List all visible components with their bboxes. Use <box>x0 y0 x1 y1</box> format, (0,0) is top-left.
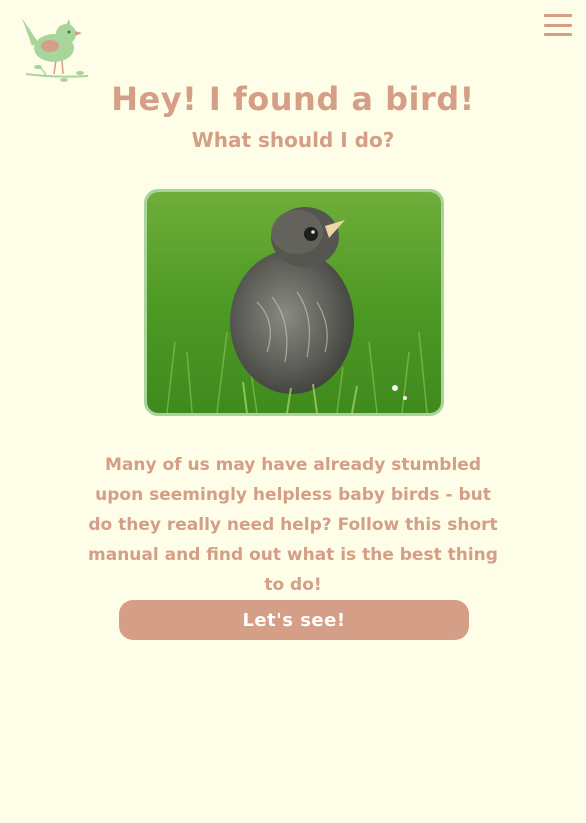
lets-see-button[interactable]: Let's see! <box>119 600 469 640</box>
intro-paragraph: Many of us may have already stumbled upo… <box>88 455 498 595</box>
hamburger-menu-icon[interactable] <box>544 14 572 36</box>
menu-line <box>544 33 572 36</box>
page-subtitle: What should I do? <box>191 128 395 152</box>
menu-line <box>544 14 572 17</box>
menu-line <box>544 23 572 27</box>
bird-logo-icon[interactable] <box>16 16 92 82</box>
baby-bird-photo <box>144 189 444 416</box>
page-title: Hey! I found a bird! <box>111 80 475 118</box>
